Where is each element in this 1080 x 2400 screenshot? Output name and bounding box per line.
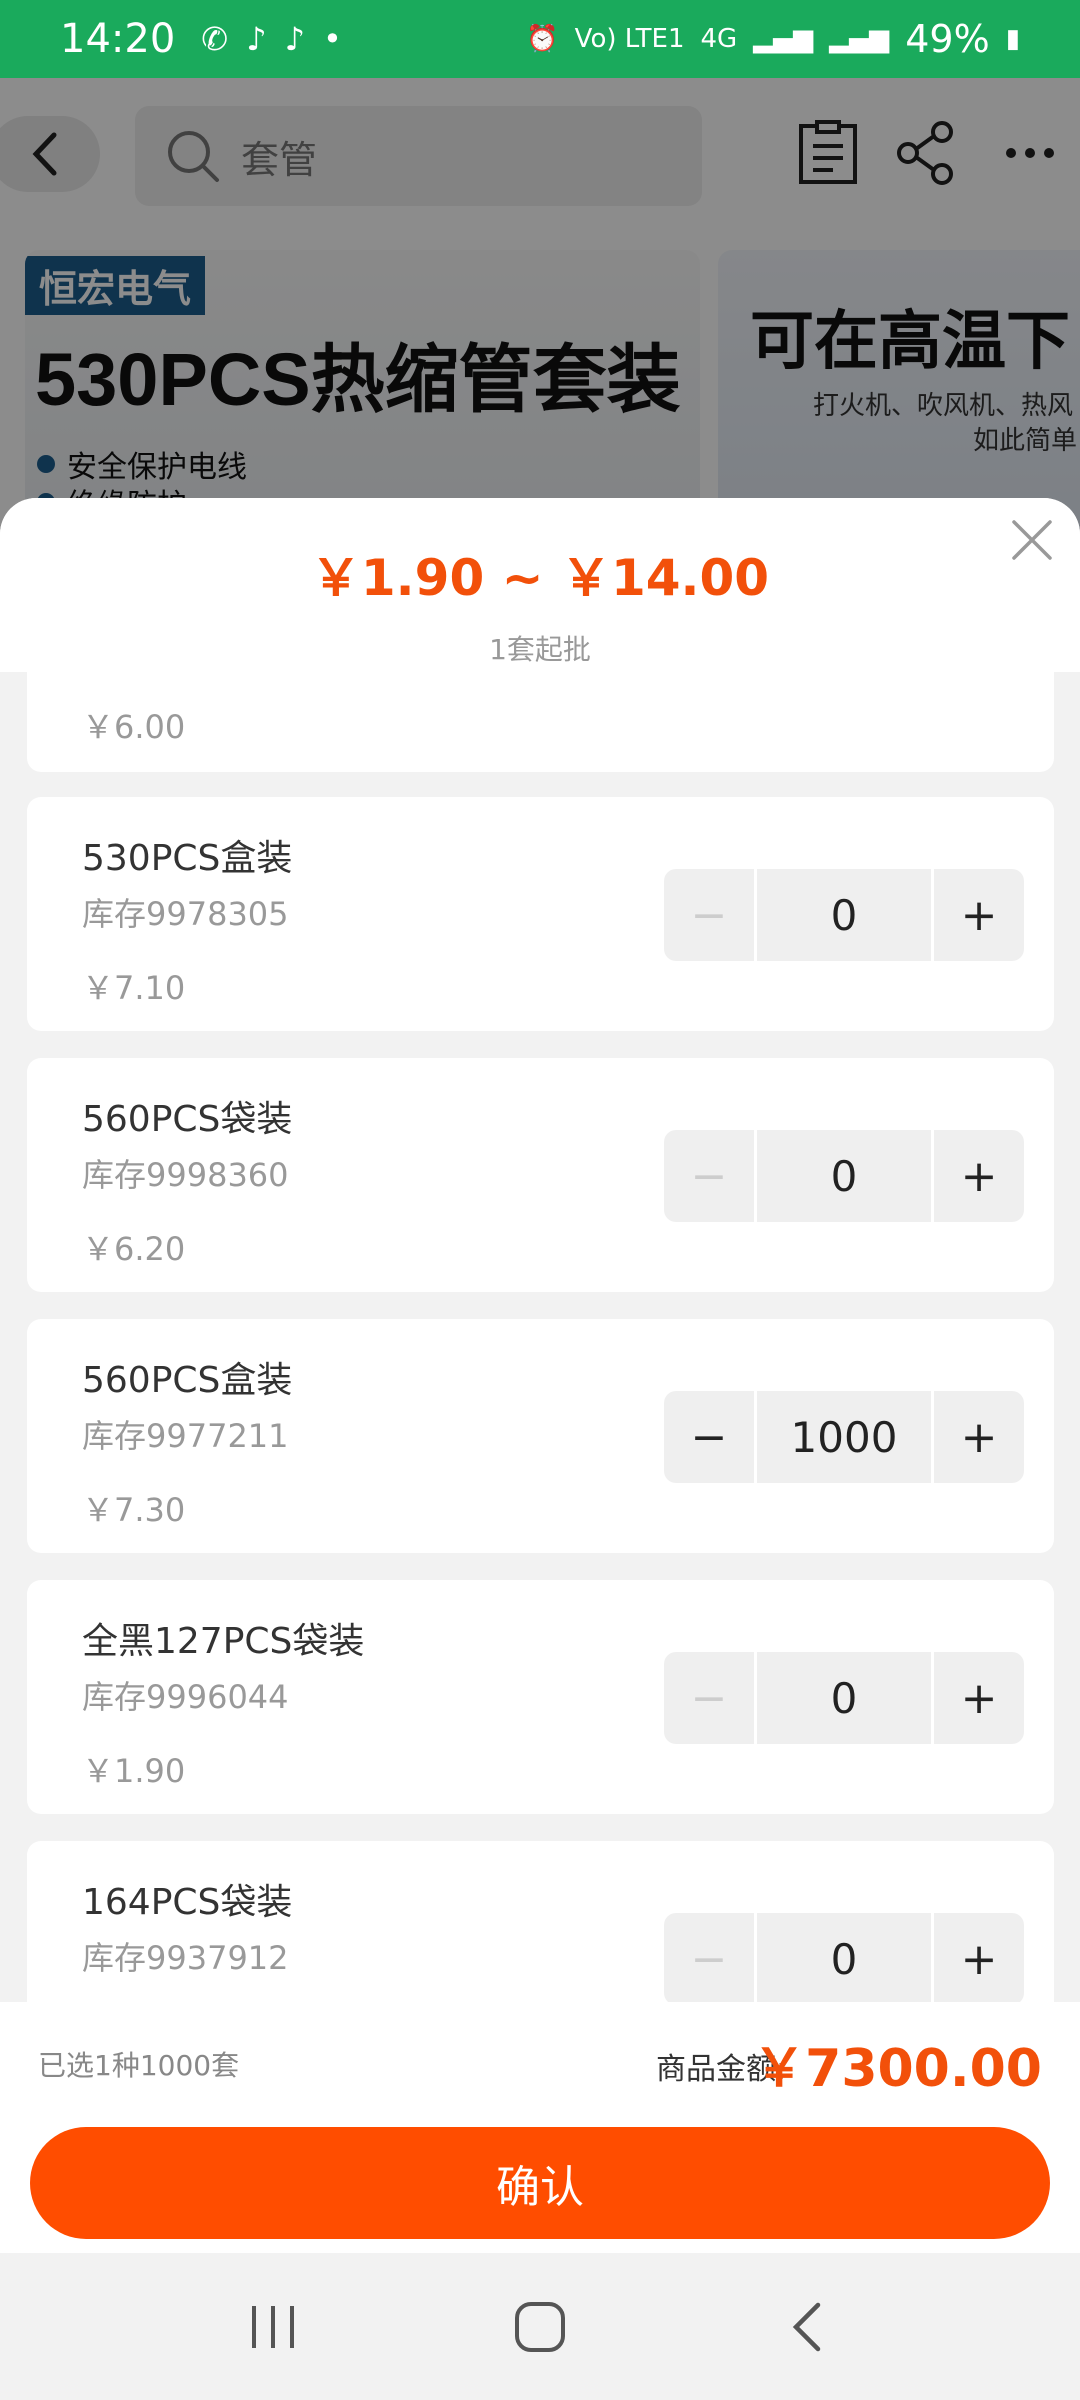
tiktok-shop-icon: ♪ (246, 20, 267, 58)
recent-apps-icon (252, 2305, 295, 2348)
total-amount: ￥7300.00 (753, 2039, 1042, 2099)
sku-stock: 库存9998360 (82, 1156, 289, 1194)
sku-price: ￥6.00 (82, 708, 186, 746)
notification-icons: ✆ ♪ ♪ • (201, 20, 342, 58)
network-gen-label: 4G (700, 24, 738, 54)
quantity-stepper[interactable]: − 0 + (664, 1913, 1024, 2002)
quantity-value[interactable]: 0 (754, 1652, 934, 1744)
quantity-stepper[interactable]: − 1000 + (664, 1391, 1024, 1483)
home-icon (514, 2301, 565, 2352)
sku-name: 530PCS盒装 (82, 838, 293, 879)
sku-card: 164PCS袋装 库存9937912 − 0 + (27, 1841, 1054, 2002)
increase-button[interactable]: + (934, 869, 1024, 961)
close-button[interactable] (1002, 510, 1062, 570)
sku-stock: 库存9937912 (82, 1939, 289, 1977)
minimum-order: 1套起批 (489, 633, 591, 666)
volte-label: Vo) LTE1 (574, 24, 685, 54)
decrease-button[interactable]: − (664, 1652, 754, 1744)
sku-stock: 库存9996044 (82, 1678, 289, 1716)
sku-card: 560PCS袋装 库存9998360 ￥6.20 − 0 + (27, 1058, 1054, 1292)
sku-price: ￥7.10 (82, 969, 186, 1007)
sku-name: 164PCS袋装 (82, 1882, 293, 1923)
quantity-stepper[interactable]: − 0 + (664, 869, 1024, 961)
decrease-button[interactable]: − (664, 1130, 754, 1222)
sku-card: ￥6.00 (27, 672, 1054, 772)
screen: 14:20 ✆ ♪ ♪ • ⏰ Vo) LTE1 4G ▂▄▆ ▂▄▆ 49% … (0, 0, 1080, 2400)
selected-summary: 已选1种1000套 (38, 2049, 240, 2082)
sku-card: 560PCS盒装 库存9977211 ￥7.30 − 1000 + (27, 1319, 1054, 1553)
status-time: 14:20 (60, 16, 176, 62)
sku-name: 560PCS袋装 (82, 1099, 293, 1140)
call-icon: ✆ (201, 20, 229, 58)
sku-name: 560PCS盒装 (82, 1360, 293, 1401)
status-bar: 14:20 ✆ ♪ ♪ • ⏰ Vo) LTE1 4G ▂▄▆ ▂▄▆ 49% … (0, 0, 1080, 78)
sheet-header: ￥1.90 ~ ￥14.00 1套起批 (0, 498, 1080, 672)
quantity-value[interactable]: 1000 (754, 1391, 934, 1483)
status-right: ⏰ Vo) LTE1 4G ▂▄▆ ▂▄▆ 49% ▮ (526, 17, 1020, 61)
sku-card: 全黑127PCS袋装 库存9996044 ￥1.90 − 0 + (27, 1580, 1054, 1814)
quantity-value[interactable]: 0 (754, 1130, 934, 1222)
increase-button[interactable]: + (934, 1391, 1024, 1483)
quantity-stepper[interactable]: − 0 + (664, 1130, 1024, 1222)
sku-card: 530PCS盒装 库存9978305 ￥7.10 − 0 + (27, 797, 1054, 1031)
system-nav-bar (0, 2253, 1080, 2400)
increase-button[interactable]: + (934, 1652, 1024, 1744)
decrease-button[interactable]: − (664, 1913, 754, 2002)
recent-apps-button[interactable] (223, 2287, 323, 2367)
increase-button[interactable]: + (934, 1913, 1024, 2002)
quantity-value[interactable]: 0 (754, 1913, 934, 2002)
quantity-stepper[interactable]: − 0 + (664, 1652, 1024, 1744)
sku-stock: 库存9978305 (82, 895, 289, 933)
battery-level: 49% (905, 17, 990, 61)
sku-price: ￥7.30 (82, 1491, 186, 1529)
tiktok-shop-icon-2: ♪ (284, 20, 305, 58)
more-notifications-icon: • (322, 20, 342, 58)
sku-name: 全黑127PCS袋装 (82, 1621, 365, 1662)
back-nav-button[interactable] (757, 2287, 857, 2367)
close-icon (1012, 520, 1052, 560)
confirm-button[interactable]: 确认 (30, 2127, 1050, 2239)
decrease-button[interactable]: − (664, 869, 754, 961)
alarm-icon: ⏰ (526, 24, 559, 54)
price-range: ￥1.90 ~ ￥14.00 (310, 549, 770, 607)
increase-button[interactable]: + (934, 1130, 1024, 1222)
sku-stock: 库存9977211 (82, 1417, 289, 1455)
battery-icon: ▮ (1005, 24, 1020, 54)
sku-price: ￥6.20 (82, 1230, 186, 1268)
quantity-value[interactable]: 0 (754, 869, 934, 961)
signal-icon-2: ▂▄▆ (829, 24, 890, 54)
back-icon (792, 2302, 820, 2351)
home-button[interactable] (490, 2287, 590, 2367)
order-footer: 已选1种1000套 商品金额: ￥7300.00 确认 (0, 2002, 1080, 2253)
sku-selector-sheet: ￥1.90 ~ ￥14.00 1套起批 ￥6.00 530PCS盒装 库存997… (0, 498, 1080, 2253)
decrease-button[interactable]: − (664, 1391, 754, 1483)
sku-price: ￥1.90 (82, 1752, 186, 1790)
signal-icon: ▂▄▆ (753, 24, 814, 54)
sku-list[interactable]: ￥6.00 530PCS盒装 库存9978305 ￥7.10 − 0 + 560… (0, 672, 1080, 2002)
